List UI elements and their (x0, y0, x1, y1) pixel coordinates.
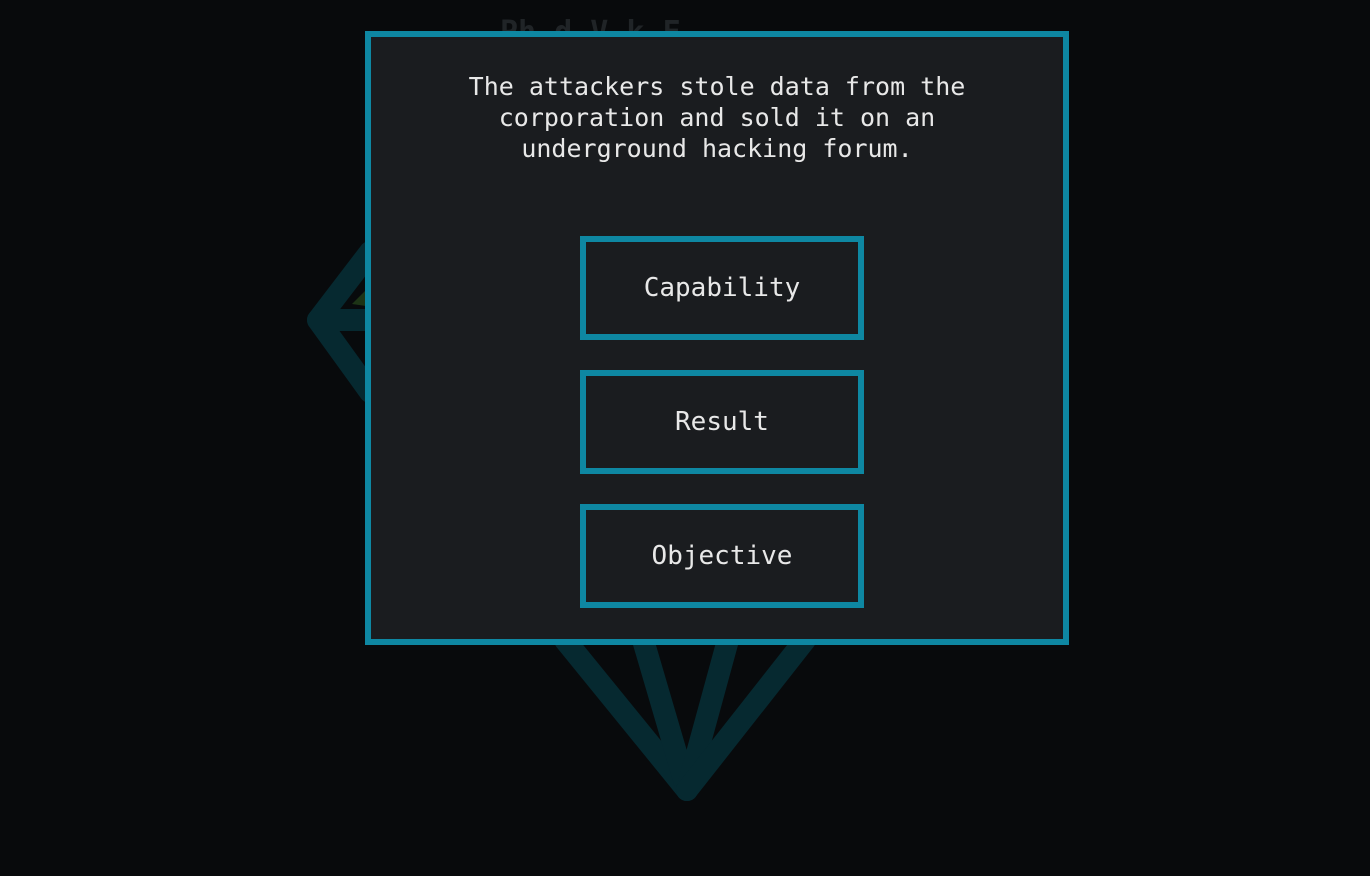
game-stage: Ph d V k F The attackers stole data from… (0, 0, 1370, 876)
answer-label: Result (675, 407, 769, 437)
answer-label: Objective (651, 541, 793, 571)
question-dialog: The attackers stole data from the corpor… (365, 31, 1069, 645)
answer-button-capability[interactable]: Capability (580, 236, 864, 340)
diamond-vertex-marker (352, 290, 366, 306)
question-text: The attackers stole data from the corpor… (468, 72, 966, 163)
answer-label: Capability (643, 273, 801, 303)
answer-button-objective[interactable]: Objective (580, 504, 864, 608)
answer-button-result[interactable]: Result (580, 370, 864, 474)
